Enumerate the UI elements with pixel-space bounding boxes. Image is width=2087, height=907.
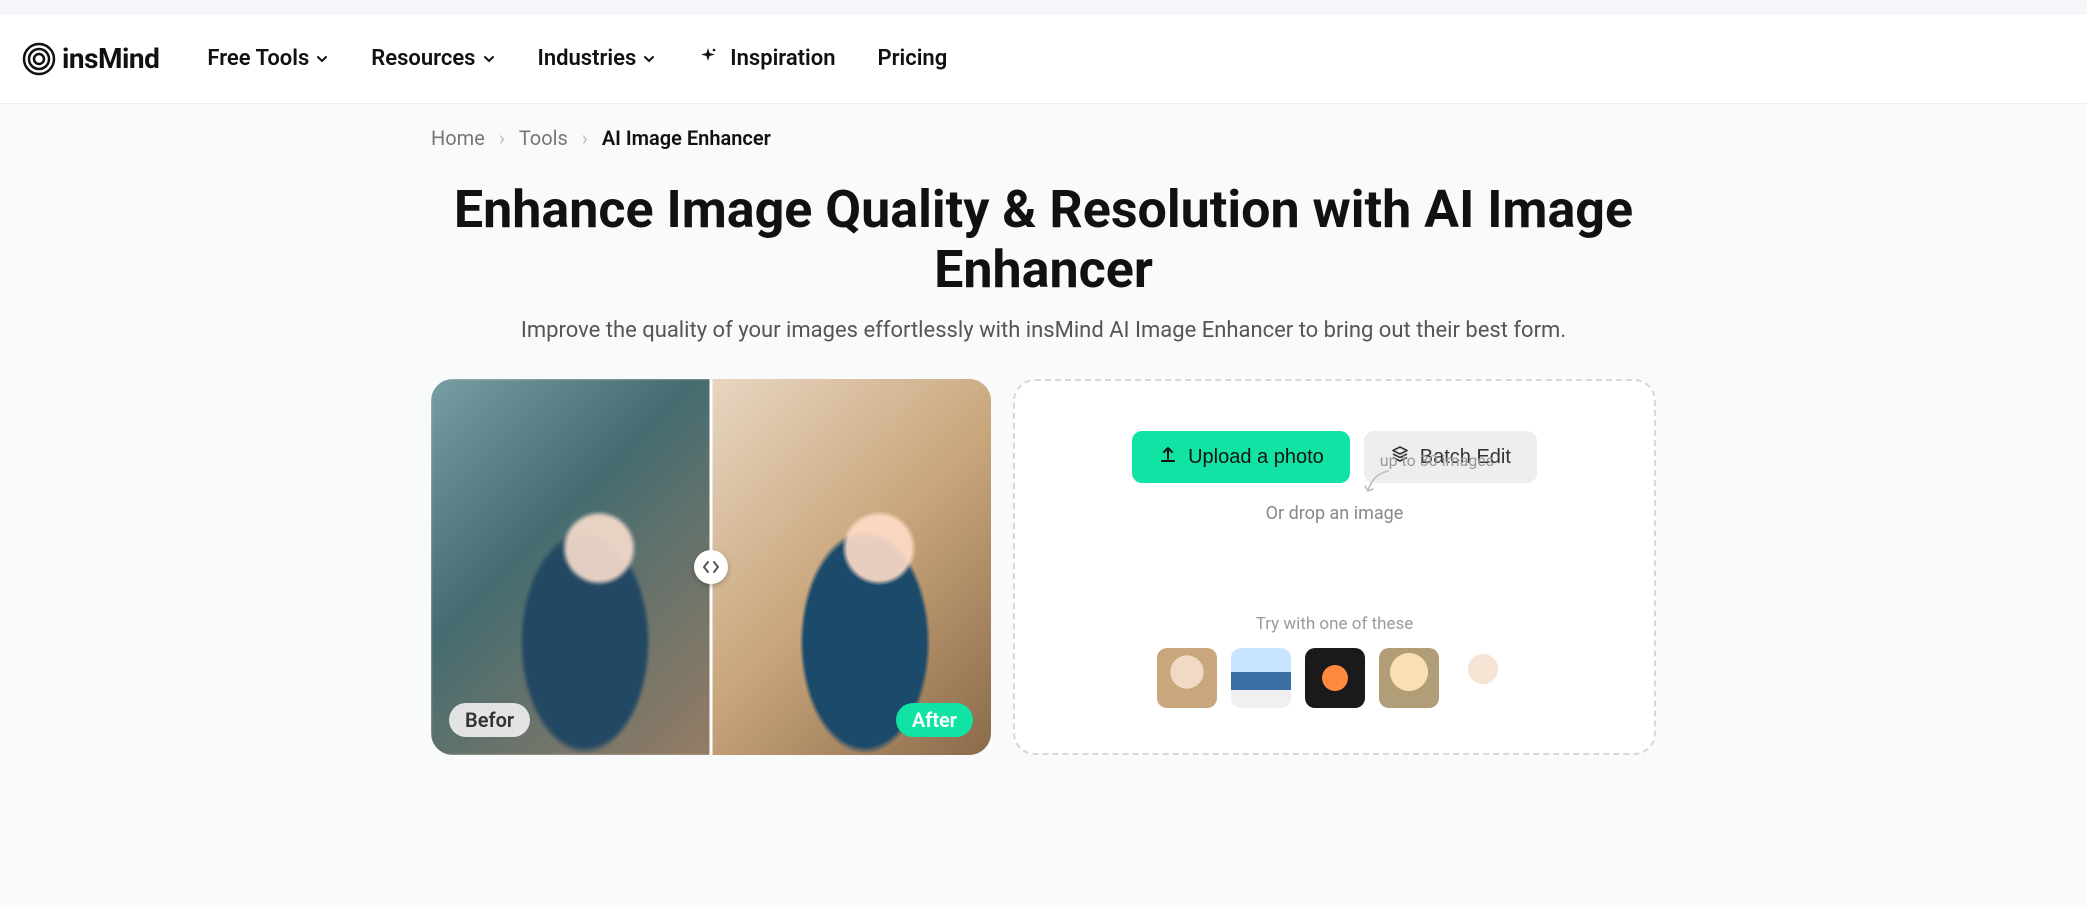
chevron-right-icon: › — [582, 126, 588, 150]
sample-section: Try with one of these — [1157, 614, 1513, 708]
upload-photo-button[interactable]: Upload a photo — [1132, 431, 1350, 483]
chevron-down-icon — [315, 52, 329, 66]
before-label: Befor — [449, 703, 530, 737]
nav-industries[interactable]: Industries — [538, 46, 657, 71]
compare-handle[interactable] — [694, 550, 728, 584]
browser-address-bar — [0, 0, 2087, 14]
sample-thumbnails — [1157, 648, 1513, 708]
upload-card[interactable]: up to 30 images Upload a photo Batch Edi… — [1013, 379, 1656, 755]
nav-label: Industries — [538, 46, 637, 71]
nav-label: Free Tools — [207, 46, 309, 71]
sample-thumb-2[interactable] — [1231, 648, 1291, 708]
panels: Befor After up to 30 images Upload a pho… — [431, 379, 1656, 755]
breadcrumb-home[interactable]: Home — [431, 126, 485, 150]
sample-thumb-4[interactable] — [1379, 648, 1439, 708]
nav-resources[interactable]: Resources — [371, 46, 495, 71]
main-header: insMind Free Tools Resources Industries … — [0, 14, 2087, 104]
breadcrumb-current: AI Image Enhancer — [602, 126, 771, 150]
drop-hint: Or drop an image — [1266, 503, 1404, 524]
brand-name: insMind — [62, 42, 159, 75]
chevron-down-icon — [642, 52, 656, 66]
upload-icon — [1158, 444, 1178, 470]
page-title: Enhance Image Quality & Resolution with … — [431, 180, 1656, 300]
upload-limit-text: up to 30 images — [1380, 451, 1494, 470]
button-label: Upload a photo — [1188, 446, 1324, 469]
hero: Enhance Image Quality & Resolution with … — [431, 180, 1656, 343]
nav-label: Resources — [371, 46, 475, 71]
nav-label: Pricing — [878, 46, 948, 71]
samples-label: Try with one of these — [1157, 614, 1513, 634]
breadcrumb-tools[interactable]: Tools — [519, 126, 568, 150]
chevron-down-icon — [482, 52, 496, 66]
drag-horizontal-icon — [702, 558, 720, 576]
after-image — [711, 379, 991, 755]
before-after-preview: Befor After — [431, 379, 991, 755]
chevron-right-icon: › — [499, 126, 505, 150]
sample-thumb-3[interactable] — [1305, 648, 1365, 708]
sparkle-icon — [698, 46, 718, 72]
arrow-curve-icon — [1362, 469, 1392, 497]
upload-limit-note: up to 30 images — [1380, 451, 1494, 470]
page-body: Home › Tools › AI Image Enhancer Enhance… — [0, 104, 2087, 907]
before-image — [431, 379, 711, 755]
main-nav: Free Tools Resources Industries Inspirat… — [207, 46, 947, 72]
brand-logo[interactable]: insMind — [22, 42, 159, 76]
sample-thumb-5[interactable] — [1453, 648, 1513, 708]
nav-inspiration[interactable]: Inspiration — [698, 46, 835, 72]
nav-label: Inspiration — [730, 46, 835, 71]
page-subtitle: Improve the quality of your images effor… — [431, 318, 1656, 343]
after-label: After — [896, 703, 973, 737]
sample-thumb-1[interactable] — [1157, 648, 1217, 708]
breadcrumb: Home › Tools › AI Image Enhancer — [431, 126, 1656, 150]
nav-free-tools[interactable]: Free Tools — [207, 46, 329, 71]
logo-icon — [22, 42, 56, 76]
nav-pricing[interactable]: Pricing — [878, 46, 948, 71]
